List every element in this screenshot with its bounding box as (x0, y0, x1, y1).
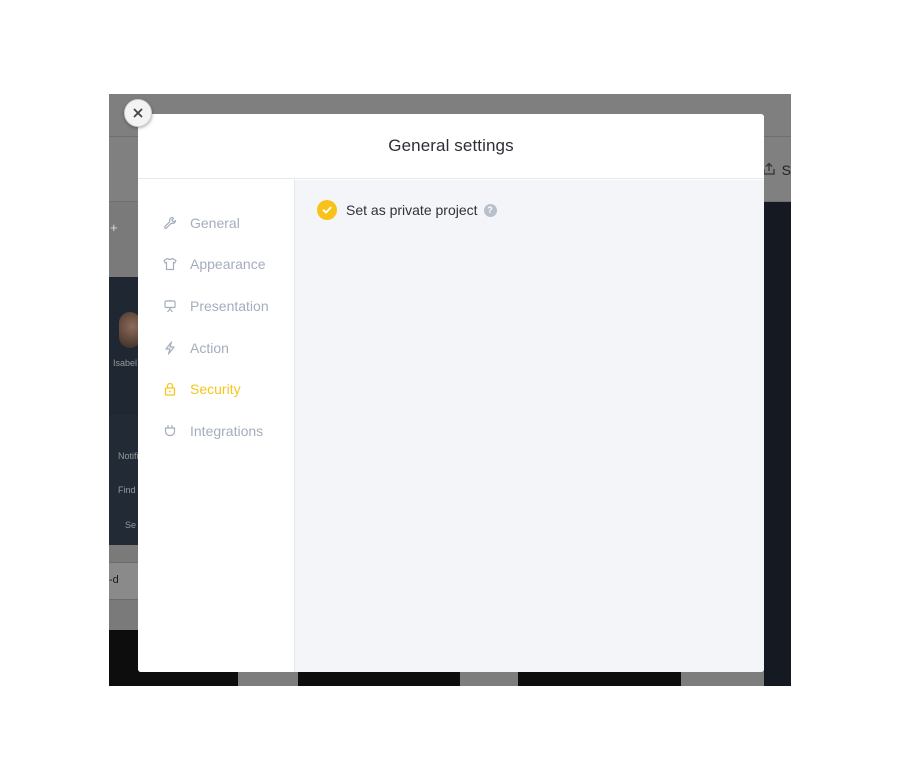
easel-icon (163, 299, 177, 313)
background-share-label: S (781, 162, 791, 178)
background-canvas-edge (764, 202, 791, 686)
lock-icon (163, 382, 177, 396)
settings-modal: General settings General Appearance Pres… (138, 114, 764, 672)
background-user-name: Isabel (113, 358, 138, 368)
private-project-checkbox[interactable] (317, 200, 337, 220)
modal-title: General settings (388, 136, 514, 155)
background-menu-item-0: Notifi (118, 451, 139, 461)
sidebar-item-appearance[interactable]: Appearance (138, 244, 294, 286)
sidebar-item-integrations[interactable]: Integrations (138, 410, 294, 452)
shirt-icon (163, 257, 177, 271)
sidebar-item-label: General (190, 214, 240, 231)
sidebar-item-label: Action (190, 339, 229, 356)
close-button[interactable] (124, 99, 152, 127)
sidebar-item-presentation[interactable]: Presentation (138, 285, 294, 327)
lightning-icon (163, 340, 177, 355)
private-project-label: Set as private project (346, 202, 478, 218)
sidebar-item-action[interactable]: Action (138, 327, 294, 369)
sidebar-item-security[interactable]: Security (138, 368, 294, 410)
checkmark-icon (322, 206, 332, 214)
sidebar-item-label: Security (190, 381, 241, 398)
background-menu-item-2: Se (125, 520, 137, 530)
wrench-icon (163, 216, 177, 230)
close-icon (133, 108, 143, 118)
private-project-option: Set as private project ? (317, 200, 497, 220)
settings-content: Set as private project ? (295, 180, 764, 672)
modal-header: General settings (138, 114, 764, 179)
sidebar-item-general[interactable]: General (138, 202, 294, 244)
share-icon (763, 162, 775, 175)
sidebar-item-label: Integrations (190, 422, 264, 439)
background-row-text: -d (109, 574, 119, 586)
plug-icon (163, 424, 177, 438)
help-icon[interactable]: ? (483, 203, 497, 217)
modal-body: General Appearance Presentation Action S… (138, 180, 764, 672)
settings-sidebar: General Appearance Presentation Action S… (138, 180, 295, 672)
background-menu-item-1: Find (118, 485, 136, 495)
background-plus-icon: + (110, 220, 118, 235)
sidebar-item-label: Presentation (190, 297, 269, 314)
sidebar-item-label: Appearance (190, 256, 266, 273)
